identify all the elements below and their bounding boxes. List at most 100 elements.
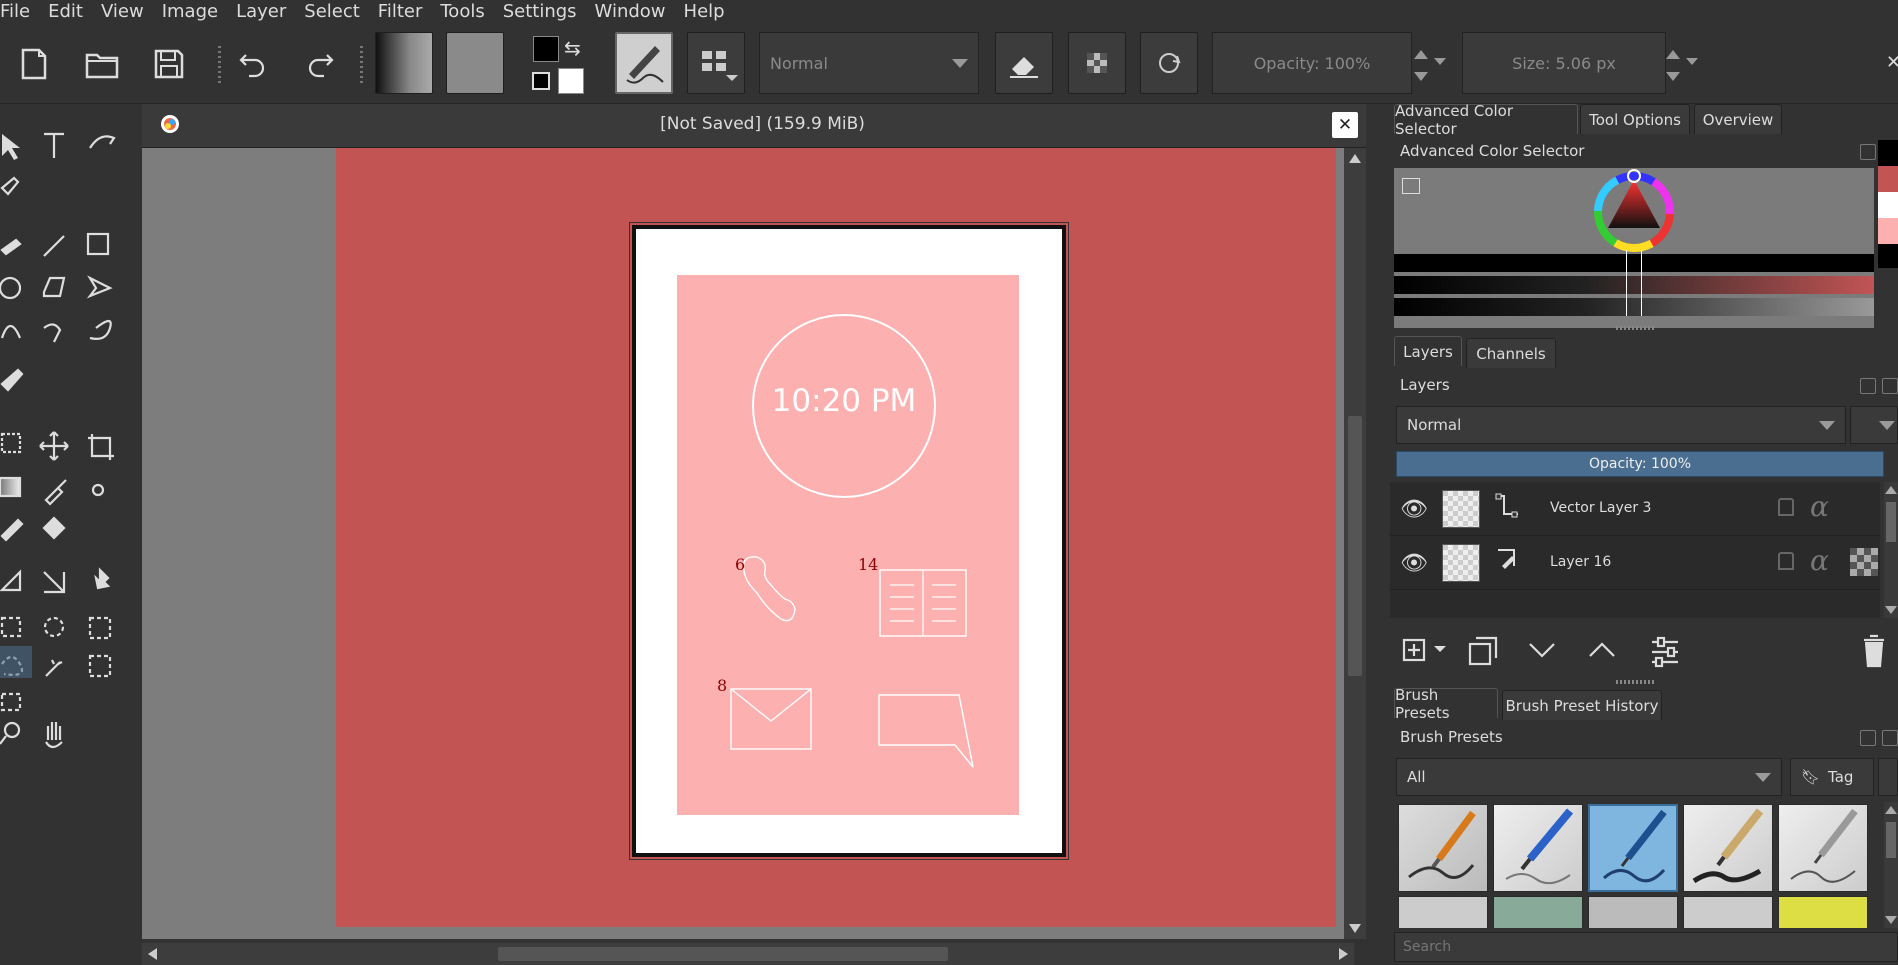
menu-image[interactable]: Image [155, 1, 229, 23]
menu-file[interactable]: File [0, 1, 41, 23]
line-tool[interactable] [36, 222, 72, 258]
brush-preset-tile[interactable] [1398, 804, 1488, 892]
brush-float-icon[interactable] [1860, 730, 1876, 746]
fg-bg-color-selector[interactable]: ⇆ [530, 34, 592, 96]
layer-blend-mode-select[interactable]: Normal [1396, 406, 1846, 444]
scroll-right-icon[interactable] [1339, 948, 1348, 960]
lock-icon[interactable] [1778, 498, 1794, 516]
tab-tool-options[interactable]: Tool Options [1580, 104, 1690, 134]
splitter-handle[interactable] [1616, 326, 1656, 330]
tab-overview[interactable]: Overview [1694, 104, 1782, 134]
zoom-tool[interactable] [0, 640, 32, 676]
scroll-left-icon[interactable] [148, 948, 157, 960]
workspace-choice-button[interactable] [687, 32, 745, 94]
layer-opacity-slider[interactable]: Opacity: 100% [1396, 451, 1884, 477]
tab-advanced-color-selector[interactable]: Advanced Color Selector [1394, 102, 1578, 138]
reload-preset-button[interactable] [1140, 32, 1198, 94]
color-selector-settings-icon[interactable] [1402, 178, 1420, 194]
swap-colors-icon[interactable]: ⇆ [564, 38, 581, 58]
menu-settings[interactable]: Settings [496, 1, 588, 23]
pattern-preset-button[interactable] [446, 32, 504, 94]
menu-select[interactable]: Select [297, 1, 371, 23]
menu-layer[interactable]: Layer [229, 1, 297, 23]
brush-preset-tile[interactable] [1588, 896, 1678, 928]
redo-icon[interactable] [294, 38, 346, 90]
brush-preset-tile[interactable] [1778, 804, 1868, 892]
menu-view[interactable]: View [94, 1, 155, 23]
reset-colors-icon[interactable] [532, 72, 550, 90]
lock-icon[interactable] [1778, 552, 1794, 570]
preserve-alpha-button[interactable] [1068, 32, 1126, 94]
move-layer-down-button[interactable] [1526, 634, 1560, 666]
brush-preset-tile[interactable] [1493, 896, 1583, 928]
canvas-viewport[interactable]: 10:20 PM 6 14 8 [142, 148, 1354, 939]
freehand-brush-tool[interactable] [0, 222, 32, 258]
color-wheel[interactable] [1592, 168, 1676, 254]
slider-handles[interactable] [1626, 250, 1642, 316]
brush-preset-tile[interactable] [1493, 804, 1583, 892]
tag-button[interactable]: 🔖︎ Tag [1790, 758, 1874, 796]
toolbar-close-icon[interactable]: ✕ [1886, 52, 1898, 73]
layer-row[interactable]: 👁 Vector Layer 3 α [1390, 482, 1880, 536]
blend-mode-select[interactable]: Normal [759, 32, 979, 94]
calligraphy-tool[interactable] [82, 116, 118, 152]
float-docker-icon[interactable] [1860, 144, 1876, 160]
delete-layer-button[interactable] [1860, 634, 1890, 666]
layer-row[interactable]: 👁 Layer 16 α [1390, 536, 1880, 590]
scroll-up-icon[interactable] [1349, 154, 1361, 163]
vertical-scrollbar[interactable] [1344, 148, 1366, 939]
layer-row[interactable] [1390, 590, 1880, 618]
brush-size-slider[interactable]: Size: 5.06 px [1462, 32, 1666, 94]
color-selector-area[interactable] [1394, 168, 1874, 328]
scroll-down-icon[interactable] [1349, 924, 1361, 933]
menu-tools[interactable]: Tools [433, 1, 495, 23]
close-document-icon[interactable]: ✕ [1332, 112, 1358, 138]
brush-preset-tile[interactable] [1683, 896, 1773, 928]
new-document-icon[interactable] [8, 38, 60, 90]
brush-preset-tile[interactable] [1683, 804, 1773, 892]
menu-help[interactable]: Help [677, 1, 736, 23]
open-document-icon[interactable] [76, 38, 128, 90]
alpha-lock-icon[interactable]: α [1810, 490, 1829, 523]
layer-list-scrollbar[interactable] [1884, 482, 1898, 618]
opacity-slider[interactable]: Opacity: 100% [1212, 32, 1412, 94]
brush-preset-button[interactable] [615, 32, 673, 94]
eraser-mode-button[interactable] [995, 32, 1053, 94]
tab-channels[interactable]: Channels [1466, 338, 1556, 368]
opacity-spin-arrows[interactable] [1414, 34, 1428, 92]
rectangle-tool[interactable] [82, 222, 118, 258]
vertical-scroll-thumb[interactable] [1348, 416, 1362, 676]
layers-float-icon[interactable] [1860, 378, 1876, 394]
brush-preset-tile-selected[interactable] [1588, 804, 1678, 892]
menu-filter[interactable]: Filter [371, 1, 434, 23]
brush-preset-tile[interactable] [1398, 896, 1488, 928]
size-dropdown-icon[interactable] [1686, 58, 1698, 65]
add-layer-button[interactable] [1394, 634, 1438, 666]
brush-preset-tile[interactable] [1778, 896, 1868, 928]
color-history-swatches[interactable] [1878, 140, 1898, 268]
brush-search-input[interactable] [1394, 932, 1898, 962]
pan-tool[interactable] [36, 640, 72, 676]
alpha-lock-icon[interactable]: α [1810, 544, 1829, 577]
text-tool[interactable] [36, 116, 72, 152]
splitter-handle[interactable] [1616, 680, 1656, 684]
brush-view-options-icon[interactable] [1878, 758, 1898, 796]
visibility-eye-icon[interactable]: 👁 [1400, 550, 1428, 578]
select-shapes-tool[interactable] [0, 116, 32, 152]
layers-close-icon[interactable] [1882, 378, 1898, 394]
layer-filter-button[interactable] [1850, 406, 1898, 444]
tab-brush-preset-history[interactable]: Brush Preset History [1502, 690, 1662, 720]
gradient-preset-button[interactable] [375, 32, 433, 94]
tab-layers[interactable]: Layers [1394, 336, 1462, 366]
size-spin-arrows[interactable] [1666, 34, 1680, 92]
opacity-dropdown-icon[interactable] [1434, 58, 1446, 65]
horizontal-scroll-thumb[interactable] [498, 947, 948, 961]
duplicate-layer-button[interactable] [1466, 634, 1500, 666]
brush-grid-scrollbar[interactable] [1884, 802, 1898, 928]
brush-filter-select[interactable]: All [1396, 758, 1782, 796]
save-icon[interactable] [143, 38, 195, 90]
inherit-alpha-icon[interactable] [1850, 548, 1878, 576]
move-layer-up-button[interactable] [1586, 634, 1620, 666]
visibility-eye-icon[interactable]: 👁 [1400, 496, 1428, 524]
menu-edit[interactable]: Edit [41, 1, 94, 23]
